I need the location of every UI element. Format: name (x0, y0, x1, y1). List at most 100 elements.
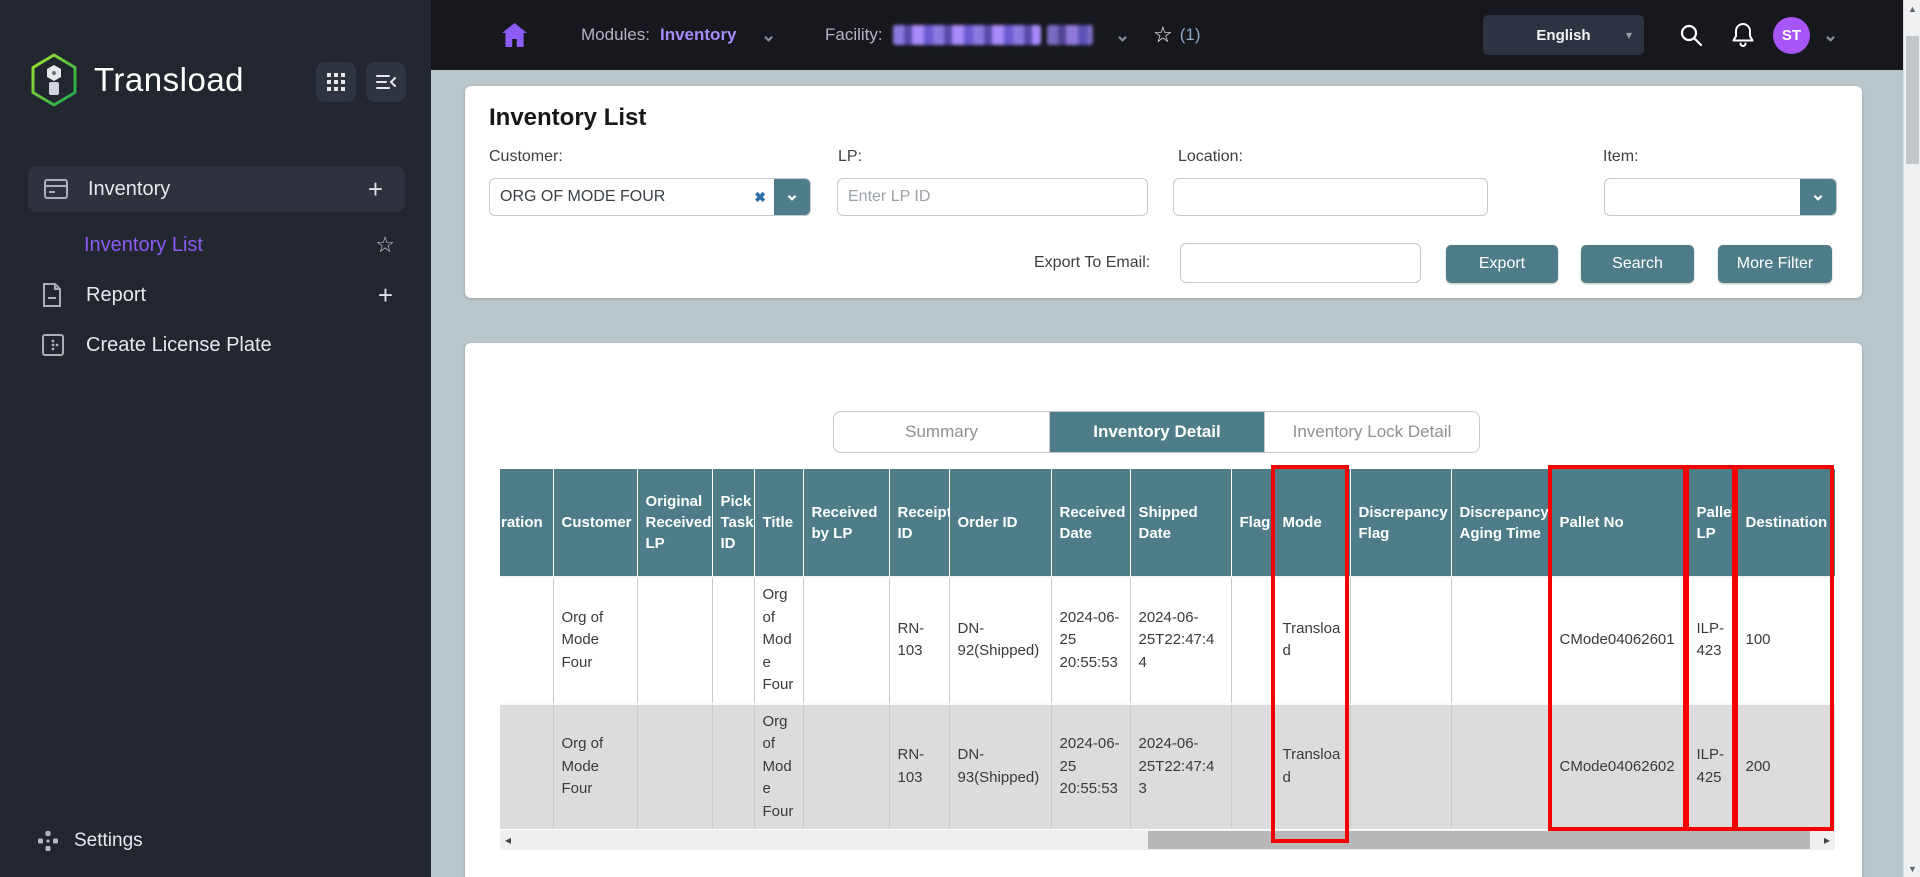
modules-label: Modules: (581, 25, 650, 44)
table-cell: 2024-06-25T22:47:44 (1130, 577, 1232, 704)
collapse-menu-icon (376, 74, 396, 90)
column-header: Original Received LP (637, 469, 713, 577)
search-filter-button[interactable]: Search (1581, 245, 1694, 283)
table-cell: 2024-06-25T22:47:43 (1130, 703, 1232, 829)
sidebar-item-create-license-plate[interactable]: Create License Plate (0, 322, 431, 368)
export-email-input[interactable] (1180, 243, 1421, 283)
table-cell (712, 703, 755, 829)
module-value: Inventory (660, 25, 737, 44)
search-button[interactable] (1679, 0, 1703, 70)
more-filter-button[interactable]: More Filter (1718, 245, 1832, 283)
table-cell (1350, 703, 1452, 829)
table-cell: ILP-423 (1688, 577, 1738, 704)
inventory-table: ration Customer Original Received LP Pick T… (500, 469, 1835, 829)
horizontal-scrollbar[interactable]: ◂ ▸ (500, 830, 1835, 850)
column-header: Shipped Date (1130, 469, 1232, 577)
table-area: ration Customer Original Received LP Pick T… (500, 465, 1835, 843)
brand: Transload (30, 50, 244, 110)
column-header: Order ID (949, 469, 1052, 577)
sidebar-item-label: Report (86, 283, 147, 306)
tab-group: Summary Inventory Detail Inventory Lock De… (833, 411, 1480, 453)
table-cell (1231, 703, 1275, 829)
favorites-button[interactable]: ☆ (1) (1153, 0, 1201, 70)
page-title: Inventory List (489, 104, 647, 131)
scrollbar-thumb[interactable] (1906, 36, 1919, 164)
scrollbar-thumb[interactable] (1148, 831, 1810, 849)
home-button[interactable] (501, 0, 528, 70)
lp-input[interactable] (837, 178, 1148, 216)
expand-plus-icon[interactable]: + (368, 174, 383, 205)
table-cell (500, 577, 554, 704)
favorite-star-icon[interactable]: ☆ (375, 232, 395, 258)
sidebar-item-inventory-list[interactable]: Inventory List ☆ (0, 222, 431, 268)
page-scrollbar[interactable]: ▲ ▼ (1903, 0, 1920, 877)
customer-select[interactable]: ORG OF MODE FOUR ✖ ⌄ (489, 178, 811, 216)
facility-chevron-down-icon[interactable]: ⌄ (1115, 25, 1130, 46)
table-cell (803, 577, 890, 704)
bell-icon (1731, 22, 1755, 48)
export-button[interactable]: Export (1446, 245, 1558, 283)
table-cell: 200 (1745, 757, 1771, 775)
item-dropdown-button[interactable]: ⌄ (1800, 179, 1836, 215)
sidebar-item-settings[interactable]: Settings (0, 818, 431, 864)
tab-summary[interactable]: Summary (834, 412, 1049, 452)
account-chevron-down-icon[interactable]: ⌄ (1823, 25, 1838, 46)
table-cell: Org of Mode Four (553, 577, 638, 704)
scroll-left-arrow[interactable]: ◂ (500, 830, 516, 850)
search-icon (1679, 23, 1703, 47)
scroll-up-arrow[interactable]: ▲ (1904, 0, 1920, 17)
table-cell: RN-103 (889, 577, 950, 704)
sidebar-item-label: Settings (74, 830, 143, 851)
sidebar-item-inventory[interactable]: Inventory + (28, 166, 405, 212)
apps-grid-button[interactable] (316, 62, 356, 102)
column-header: Customer (553, 469, 638, 577)
favorites-count: (1) (1179, 25, 1201, 44)
license-plate-icon (42, 334, 66, 356)
tab-inventory-lock-detail[interactable]: Inventory Lock Detail (1264, 412, 1479, 452)
item-label: Item: (1603, 148, 1639, 165)
lp-label: LP: (838, 148, 863, 165)
grid-icon (327, 73, 345, 91)
column-header: Receipt ID (889, 469, 950, 577)
table-header: ration Customer Original Received LP Pick T… (500, 469, 1835, 577)
language-caret-icon: ▾ (1625, 28, 1632, 42)
location-label: Location: (1178, 148, 1243, 165)
clear-icon[interactable]: ✖ (746, 189, 774, 206)
column-header: Pallet LP (1688, 469, 1738, 577)
table-cell: CMode04062602 (1551, 703, 1689, 829)
column-header: Discrepancy Aging Time (1451, 469, 1552, 577)
avatar[interactable]: ST (1773, 17, 1810, 54)
item-select[interactable]: ⌄ (1604, 178, 1837, 216)
table-cell: 2024-06-25 20:55:53 (1051, 703, 1131, 829)
export-email-label: Export To Email: (1034, 254, 1151, 271)
facility-select[interactable] (893, 0, 1093, 70)
modules-select[interactable]: Inventory (660, 0, 737, 70)
table-row: Org of Mode Four Org of Mode Four RN-103 DN… (500, 703, 1835, 829)
modules-chevron-down-icon[interactable]: ⌄ (761, 25, 776, 46)
table-cell (1231, 577, 1275, 704)
column-header: Mode (1274, 469, 1351, 577)
scroll-down-arrow[interactable]: ▼ (1904, 860, 1920, 877)
brand-name: Transload (94, 61, 245, 98)
scroll-right-arrow[interactable]: ▸ (1819, 830, 1835, 850)
expand-plus-icon[interactable]: + (378, 280, 393, 311)
table-cell: Transload (1274, 703, 1351, 829)
sidebar-item-report[interactable]: Report + (0, 272, 431, 318)
table-cell: 100 (1745, 631, 1771, 648)
customer-dropdown-button[interactable]: ⌄ (774, 179, 810, 215)
notifications-button[interactable] (1731, 0, 1755, 70)
column-header: Title (754, 469, 804, 577)
location-input[interactable] (1173, 178, 1488, 216)
table-cell (712, 577, 755, 704)
column-header: Flag (1231, 469, 1275, 577)
sidebar-collapse-button[interactable] (366, 62, 406, 102)
language-select[interactable]: English ▾ (1483, 15, 1644, 55)
chevron-down-icon: ⌄ (1810, 183, 1826, 204)
table-cell (500, 703, 554, 829)
table-cell: Org of Mode Four (754, 577, 804, 704)
facility-value-redacted (1047, 25, 1093, 45)
table-cell: Transload (1274, 577, 1351, 704)
tab-inventory-detail[interactable]: Inventory Detail (1049, 412, 1264, 452)
table-cell: CMode04062601 (1551, 577, 1689, 704)
column-header: Destination (1737, 469, 1835, 577)
